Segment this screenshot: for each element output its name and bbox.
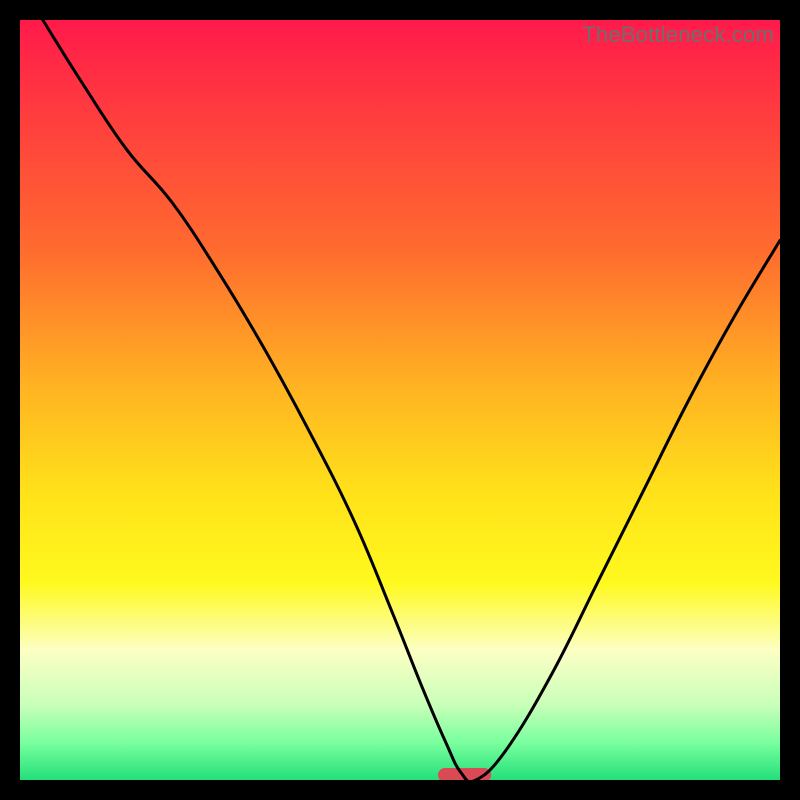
bottleneck-chart xyxy=(20,20,780,780)
chart-frame: TheBottleneck.com xyxy=(20,20,780,780)
gradient-background xyxy=(20,20,780,780)
watermark-text: TheBottleneck.com xyxy=(582,22,774,48)
